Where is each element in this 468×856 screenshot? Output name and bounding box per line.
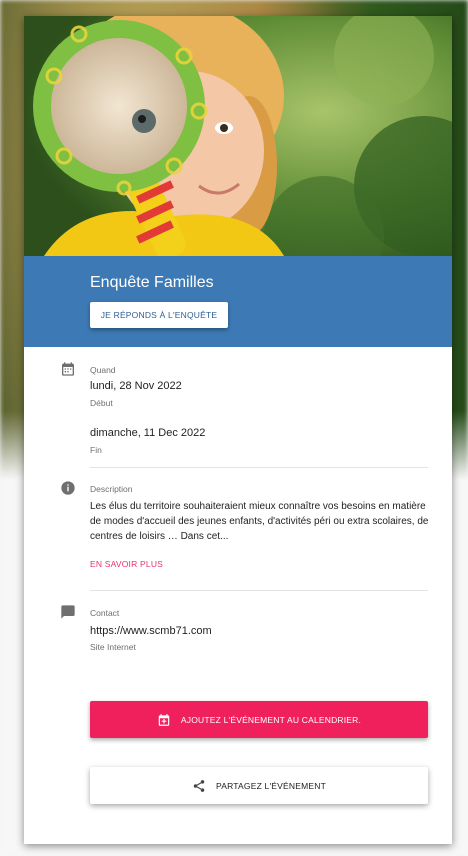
contact-url[interactable]: https://www.scmb71.com <box>90 625 212 637</box>
child-magnifier-illustration <box>24 16 452 256</box>
calendar-icon <box>62 362 74 376</box>
share-icon <box>193 779 205 792</box>
event-card: Enquête Familles JE RÉPONDS À L'ENQUÊTE … <box>24 16 452 844</box>
add-to-calendar-label: AJOUTEZ L'ÉVÉNEMENT AU CALENDRIER. <box>180 714 362 725</box>
event-banner: Enquête Familles JE RÉPONDS À L'ENQUÊTE <box>24 256 452 347</box>
contact-label: Contact <box>90 608 120 618</box>
end-label: Fin <box>90 445 102 455</box>
add-to-calendar-button[interactable]: AJOUTEZ L'ÉVÉNEMENT AU CALENDRIER. <box>90 701 428 738</box>
start-date: lundi, 28 Nov 2022 <box>90 380 182 392</box>
description-label: Description <box>90 484 133 494</box>
hero-image <box>24 16 452 256</box>
share-button[interactable]: PARTAGEZ L'ÉVÉNEMENT <box>90 767 428 804</box>
contact-sublabel: Site Internet <box>90 642 136 652</box>
divider <box>90 467 428 468</box>
description-text: Les élus du territoire souhaiteraient mi… <box>90 501 429 542</box>
end-date: dimanche, 11 Dec 2022 <box>90 427 206 439</box>
start-label: Début <box>90 398 113 408</box>
calendar-add-icon <box>158 713 170 726</box>
chat-icon <box>61 605 75 619</box>
when-label: Quand <box>90 365 116 375</box>
share-label: PARTAGEZ L'ÉVÉNEMENT <box>215 780 326 791</box>
info-icon <box>61 481 75 495</box>
survey-button[interactable]: JE RÉPONDS À L'ENQUÊTE <box>90 302 228 328</box>
event-title: Enquête Familles <box>90 274 214 291</box>
divider <box>90 590 428 591</box>
read-more-link[interactable]: EN SAVOIR PLUS <box>90 559 163 569</box>
